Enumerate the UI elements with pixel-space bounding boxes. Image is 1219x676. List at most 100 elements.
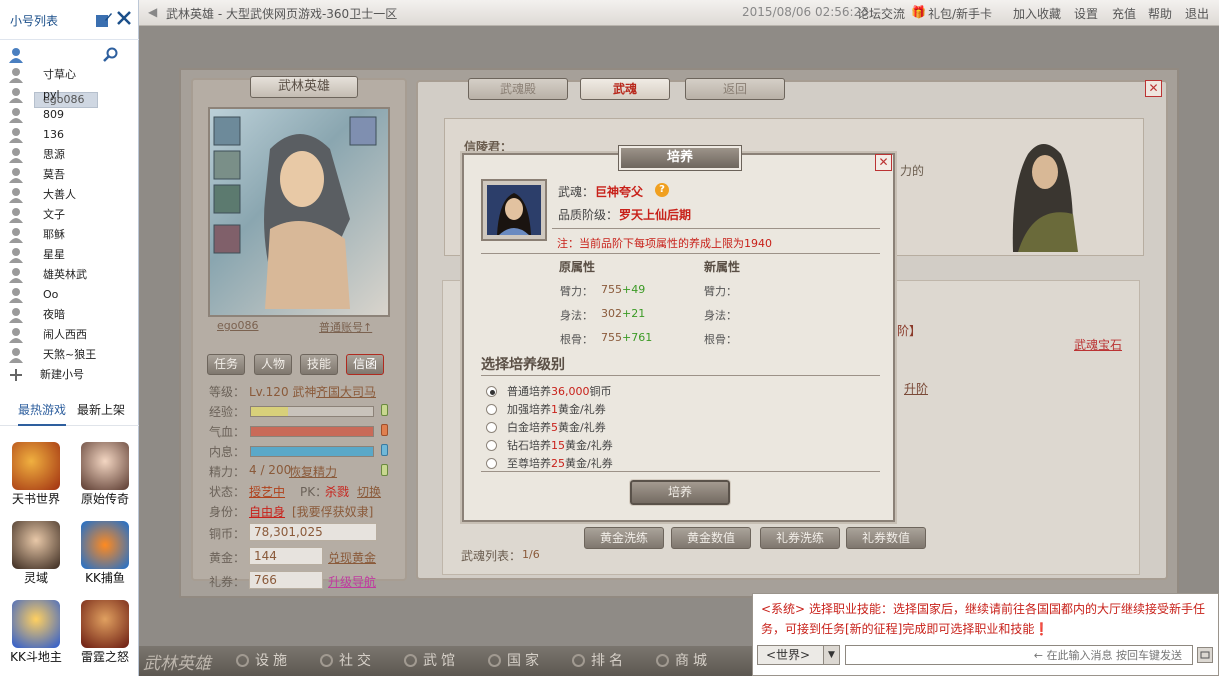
edit-icon[interactable] <box>95 11 113 33</box>
constitution-label: 根骨： <box>560 333 593 346</box>
upgrade-guide-link[interactable]: 升级导航 <box>328 573 376 590</box>
pk-switch-link[interactable]: 切换 <box>357 483 381 500</box>
game-item[interactable]: 天书世界 <box>5 442 67 507</box>
help-icon[interactable]: ? <box>655 183 669 197</box>
character-portrait <box>208 107 390 317</box>
train-option[interactable]: 普通培养36,000铜币 <box>486 383 612 399</box>
account-item[interactable]: 夜暗 <box>0 305 139 325</box>
tab-mail[interactable]: 信函 <box>346 354 384 375</box>
pk-label: PK： <box>300 485 328 499</box>
restore-energy-link[interactable]: 恢复精力 <box>289 463 337 480</box>
speaker-icon[interactable]: ◀ <box>148 5 157 19</box>
account-item[interactable]: 星星 <box>0 245 139 265</box>
exchange-gold-link[interactable]: 兑现黄金 <box>328 549 376 566</box>
link-settings[interactable]: 设置 <box>1074 5 1098 22</box>
account-item[interactable]: 思源 <box>0 145 139 165</box>
tab-new-games[interactable]: 最新上架 <box>77 401 125 418</box>
account-item[interactable]: 莫吾 <box>0 165 139 185</box>
game-item[interactable]: 雷霆之怒 <box>74 600 136 665</box>
kingdom-link[interactable]: 齐国大司马 <box>316 383 376 400</box>
account-type-link[interactable]: 普通账号↑ <box>319 319 372 335</box>
upgrade-link[interactable]: 升阶 <box>904 380 928 397</box>
capture-slave-link[interactable]: [我要俘获奴隶] <box>292 503 373 520</box>
gold-value-button[interactable]: 黄金数值 <box>671 527 751 549</box>
chat-panel: <系统> 选择职业技能：选择国家后，继续请前往各国国都内的大厅继续接受新手任务，… <box>752 593 1219 676</box>
circle-icon <box>404 654 417 667</box>
link-gift[interactable]: 礼包/新手卡 <box>928 5 992 22</box>
game-item[interactable]: KK捕鱼 <box>74 521 136 586</box>
channel-select[interactable]: <世界> ▼ <box>757 645 840 665</box>
link-help[interactable]: 帮助 <box>1148 5 1172 22</box>
game-item[interactable]: 灵域 <box>5 521 67 586</box>
account-item[interactable]: Oo <box>0 285 139 305</box>
nav-shop[interactable]: 商城 <box>656 650 711 670</box>
account-item[interactable]: 天煞~狼王 <box>0 345 139 365</box>
nav-label: 武馆 <box>423 653 459 669</box>
user-icon <box>8 87 24 103</box>
link-forum[interactable]: 论坛交流 <box>857 5 905 22</box>
ticket-value-button[interactable]: 礼券数值 <box>846 527 926 549</box>
nav-nation[interactable]: 国家 <box>488 650 543 670</box>
grade-value: 罗天上仙后期 <box>619 208 692 222</box>
soul-gem-link[interactable]: 武魂宝石 <box>1074 336 1122 353</box>
strength-value: 755 <box>601 283 622 296</box>
radio-button[interactable] <box>486 422 497 433</box>
nav-social[interactable]: 社交 <box>320 650 375 670</box>
game-item[interactable]: 原始传奇 <box>74 442 136 507</box>
account-item-selected[interactable]: ego086 <box>0 45 139 108</box>
tab-character[interactable]: 人物 <box>254 354 292 375</box>
game-thumbnail <box>12 600 60 648</box>
tab-quest[interactable]: 任务 <box>207 354 245 375</box>
account-item[interactable]: 大善人 <box>0 185 139 205</box>
account-item[interactable]: 809 <box>0 105 139 125</box>
close-icon[interactable]: ✕ <box>1145 80 1162 97</box>
ticket-refine-button[interactable]: 礼券洗练 <box>760 527 840 549</box>
train-option[interactable]: 白金培养5黄金/礼券 <box>486 419 606 435</box>
radio-button[interactable] <box>486 386 497 397</box>
gold-refine-button[interactable]: 黄金洗练 <box>584 527 664 549</box>
train-option[interactable]: 至尊培养25黄金/礼券 <box>486 455 613 471</box>
user-icon <box>8 267 24 283</box>
chat-input[interactable] <box>845 645 1193 665</box>
close-icon[interactable]: ✕ <box>875 154 892 171</box>
tab-back[interactable]: 返回 <box>685 78 785 100</box>
nav-martial-hall[interactable]: 武馆 <box>404 650 459 670</box>
account-name: 闹人西西 <box>43 328 87 341</box>
radio-button[interactable] <box>486 440 497 451</box>
link-recharge[interactable]: 充值 <box>1112 5 1136 22</box>
account-item[interactable]: 寸草心 <box>0 65 139 85</box>
option-unit: 黄金/礼券 <box>565 457 613 470</box>
tab-hot-games[interactable]: 最热游戏 <box>18 401 67 426</box>
send-icon[interactable] <box>1197 647 1213 663</box>
game-item[interactable]: KK斗地主 <box>5 600 67 665</box>
radio-button[interactable] <box>486 458 497 469</box>
status-label: 状态： <box>209 485 246 499</box>
user-icon <box>8 207 24 223</box>
account-item[interactable]: 耶稣 <box>0 225 139 245</box>
close-icon[interactable] <box>116 10 132 30</box>
radio-button[interactable] <box>486 404 497 415</box>
nav-facilities[interactable]: 设施 <box>236 650 291 670</box>
account-item[interactable]: 雄英林武 <box>0 265 139 285</box>
account-item[interactable]: 136 <box>0 125 139 145</box>
train-option[interactable]: 加强培养1黄金/礼券 <box>486 401 606 417</box>
train-option[interactable]: 钻石培养15黄金/礼券 <box>486 437 613 453</box>
new-account-button[interactable]: 新建小号 <box>0 365 139 385</box>
game-label: 原始传奇 <box>80 492 129 506</box>
option-name: 至尊培养 <box>507 457 551 470</box>
link-favorite[interactable]: 加入收藏 <box>1013 5 1061 22</box>
account-item[interactable]: 闹人西西 <box>0 325 139 345</box>
account-item[interactable]: pyl <box>0 85 139 105</box>
character-name-link[interactable]: ego086 <box>217 319 258 332</box>
tab-soul[interactable]: 武魂 <box>580 78 670 100</box>
dialog-title: 培养 <box>618 145 742 171</box>
identity-value[interactable]: 自由身 <box>249 503 285 520</box>
status-value[interactable]: 授艺中 <box>249 483 285 500</box>
link-logout[interactable]: 退出 <box>1185 5 1209 22</box>
nav-ranking[interactable]: 排名 <box>572 650 627 670</box>
agility-value: 302 <box>601 307 622 320</box>
train-button[interactable]: 培养 <box>629 479 731 506</box>
tab-skills[interactable]: 技能 <box>300 354 338 375</box>
account-item[interactable]: 文子 <box>0 205 139 225</box>
tab-soul-hall[interactable]: 武魂殿 <box>468 78 568 100</box>
